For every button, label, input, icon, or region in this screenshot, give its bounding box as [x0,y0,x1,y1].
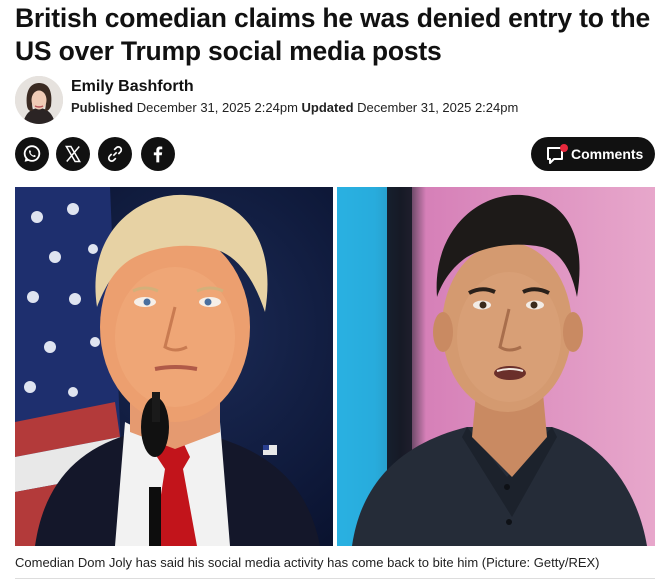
published-label: Published [71,100,134,115]
trump-photo [15,187,333,546]
copy-link-button[interactable] [98,137,132,171]
image-caption: Comedian Dom Joly has said his social me… [15,555,600,570]
dom-joly-photo [337,187,655,546]
whatsapp-icon [23,145,41,162]
updated-date: December 31, 2025 2:24pm [357,100,519,115]
article-headline: British comedian claims he was denied en… [15,3,651,66]
link-icon [107,146,123,162]
author-name[interactable]: Emily Bashforth [71,78,194,96]
whatsapp-share-button[interactable] [15,137,49,171]
comments-label: Comments [571,146,644,162]
author-avatar[interactable] [15,76,63,124]
x-icon [65,145,81,163]
comments-button[interactable]: Comments [531,137,655,171]
divider [15,578,655,579]
facebook-icon [153,146,163,163]
comment-bubble-icon [547,144,568,164]
notification-dot [560,144,568,152]
byline: Emily Bashforth Published December 31, 2… [15,76,655,126]
x-share-button[interactable] [56,137,90,171]
published-date: December 31, 2025 2:24pm [136,100,298,115]
publish-dates: Published December 31, 2025 2:24pm Updat… [71,100,518,115]
facebook-share-button[interactable] [141,137,175,171]
updated-label: Updated [301,100,354,115]
